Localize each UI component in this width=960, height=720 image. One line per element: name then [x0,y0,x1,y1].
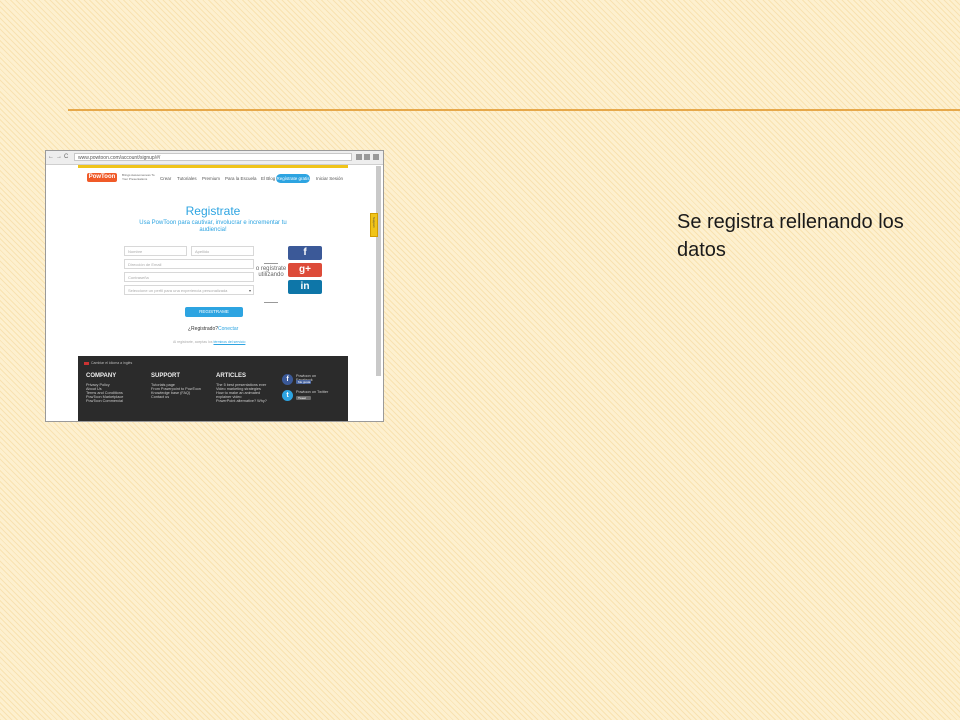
logo-tagline: Brings Awesomeness To Your Presentations [122,173,155,181]
form-subtitle: Usa PowToon para cautivar, involucrar e … [139,220,287,233]
twitter-label: Powtoon on Twitter [296,390,329,394]
google-signup-button[interactable]: g+ [288,263,322,277]
feedback-tab-label: Support [372,217,376,228]
profile-select[interactable]: Seleccione un perfil para una experienci… [124,285,254,295]
footer-company-heading: COMPANY [86,373,117,379]
menu-icon[interactable] [373,154,379,160]
powtoon-signup-page: PowToon Brings Awesomeness To Your Prese… [78,168,348,421]
menu-item-crear[interactable]: Crear [160,176,171,182]
connect-link[interactable]: Conectar [218,326,238,332]
footer-articles-heading: ARTICLES [216,373,246,379]
terms-prefix: Al registrarte, aceptas los [173,340,213,344]
tweet-button[interactable]: Tweet [296,396,311,400]
last-name-field[interactable]: Apellido [191,246,254,256]
twitter-icon[interactable]: t [282,390,293,401]
footer-support-heading: SUPPORT [151,373,181,379]
reload-icon[interactable]: C [64,153,68,161]
extension-icon[interactable] [356,154,362,160]
feedback-tab[interactable]: Support [370,213,378,237]
facebook-icon: f [303,247,307,258]
footer-link[interactable]: Contact us [151,395,207,399]
page-scrollbar[interactable] [376,166,381,376]
register-submit-button[interactable]: REGISTRAME [185,307,243,317]
facebook-icon[interactable]: f [282,374,293,385]
footer-link[interactable]: PowerPoint alternative? Why? [216,399,272,403]
chevron-down-icon: ▾ [248,288,251,293]
site-footer: Cambiar el idioma a inglés COMPANY Priva… [78,356,348,421]
separator-bottom [264,302,278,303]
profile-select-label: Seleccione un perfil para una experienci… [128,288,228,293]
menu-item-premium[interactable]: Premium [202,176,220,182]
facebook-signup-button[interactable]: f [288,246,322,260]
first-name-field[interactable]: Nombre [124,246,187,256]
form-title: Registrate [185,204,241,218]
powtoon-logo[interactable]: PowToon [87,173,117,182]
linkedin-signup-button[interactable]: in [288,280,322,294]
menu-item-blog[interactable]: El Blog [261,176,275,182]
menu-item-tutoriales[interactable]: Tutoriales [177,176,197,182]
register-free-button[interactable]: Regístrate gratis [276,174,310,183]
site-header: PowToon Brings Awesomeness To Your Prese… [78,168,348,188]
language-switch[interactable]: Cambiar el idioma a inglés [84,361,132,365]
linkedin-icon: in [300,281,310,292]
slide-caption: Se registra rellenando los datos [677,211,904,261]
password-field[interactable]: Contraseña [124,272,254,282]
terms-link[interactable]: términos del servicio [213,340,245,344]
already-registered-label: ¿Registrado? [188,326,219,332]
google-plus-icon: g+ [299,264,311,275]
address-bar[interactable]: www.powtoon.com/account/signup/#/ [74,153,352,161]
like-button[interactable]: Me gusta [296,380,311,384]
back-icon[interactable]: ← [48,153,54,161]
login-link[interactable]: Iniciar Sesión [316,176,343,182]
browser-toolbar: ← → C www.powtoon.com/account/signup/#/ [46,151,383,165]
browser-screenshot: ← → C www.powtoon.com/account/signup/#/ … [45,150,384,422]
already-registered-row: ¿Registrado?Conectar [188,326,248,332]
slide-divider-line [68,109,960,111]
or-register-with-label: o regístrate utilizando [255,266,287,278]
language-switch-label: Cambiar el idioma a inglés [91,361,133,365]
separator-top [264,263,278,264]
star-icon[interactable] [364,154,370,160]
forward-icon[interactable]: → [56,153,62,161]
tweet-button-label: Tweet [298,396,307,400]
menu-item-escuela[interactable]: Para la Escuela [225,176,257,182]
email-field[interactable]: Dirección de Email [124,259,254,269]
flag-icon [84,361,89,365]
footer-link[interactable]: PowToon Commercial [86,399,142,403]
like-button-label: Me gusta [298,380,311,384]
terms-row: Al registrarte, aceptas los términos del… [173,340,323,344]
